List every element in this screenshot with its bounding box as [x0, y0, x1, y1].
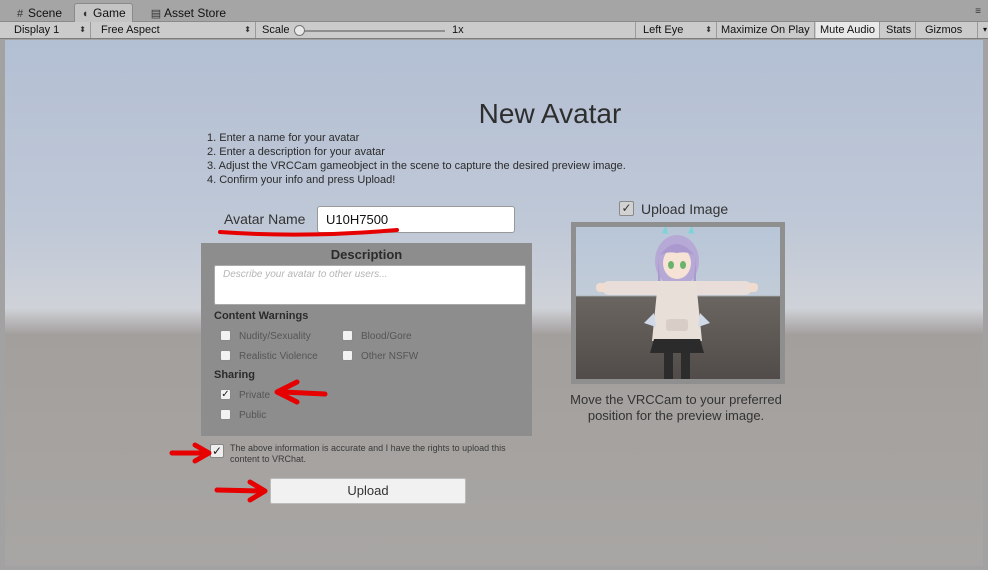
checkbox-blood[interactable]: Blood/Gore — [342, 329, 412, 344]
editor-tab-bar: # Scene ◖ Game ▤ Asset Store ≡ — [0, 0, 988, 23]
checkbox-box[interactable] — [220, 408, 231, 420]
grid-icon: # — [16, 8, 24, 20]
checkbox-label: Private — [239, 390, 271, 401]
game-toolbar: Display 1 ⬍ Free Aspect ⬍ Scale 1x Left … — [0, 22, 988, 39]
checkbox-violence[interactable]: Realistic Violence — [220, 349, 318, 364]
dropdown-arrow-icon: ⬍ — [705, 25, 712, 34]
description-textarea[interactable]: Describe your avatar to other users... — [214, 265, 526, 305]
scale-label-text: Scale — [262, 24, 290, 36]
dropdown-arrow-icon: ⬍ — [244, 25, 251, 34]
checkbox-label: Blood/Gore — [361, 331, 412, 342]
sharing-header: Sharing — [214, 369, 255, 381]
instruction-line: 3. Adjust the VRCCam gameobject in the s… — [207, 160, 626, 172]
checkbox-public[interactable]: Public — [220, 408, 267, 423]
agreement-text: The above information is accurate and I … — [230, 443, 506, 464]
checkbox-box[interactable] — [342, 329, 353, 341]
instruction-line: 2. Enter a description for your avatar — [207, 146, 385, 158]
arrow-agreement-icon — [169, 442, 212, 464]
page-title: New Avatar — [478, 98, 622, 129]
scale-value: 1x — [446, 22, 636, 38]
upload-button[interactable]: Upload — [270, 478, 466, 504]
upload-image-label: Upload Image — [641, 201, 729, 217]
checkmark-icon: ✓ — [211, 444, 223, 458]
gizmos-dropdown[interactable]: Gizmos ▾ — [921, 22, 987, 38]
aspect-dropdown[interactable]: Free Aspect ⬍ — [95, 22, 256, 38]
game-view: New Avatar 1. Enter a name for your avat… — [5, 40, 983, 566]
tab-game[interactable]: ◖ Game — [74, 3, 133, 23]
checkmark-icon: ✓ — [621, 201, 632, 215]
checkbox-label: Nudity/Sexuality — [239, 331, 311, 342]
scale-slider-handle[interactable] — [294, 25, 305, 36]
checkbox-private[interactable]: ✓ Private — [220, 388, 271, 403]
preview-caption: Move the VRCCam to your preferred positi… — [570, 392, 782, 423]
scale-value-text: 1x — [452, 24, 464, 36]
scale-label: Scale — [256, 22, 290, 38]
agreement-checkbox[interactable]: ✓ — [210, 444, 224, 458]
display-dropdown[interactable]: Display 1 ⬍ — [8, 22, 91, 38]
stats-button[interactable]: Stats — [882, 22, 917, 38]
tab-options-menu-icon[interactable]: ≡ — [975, 6, 981, 17]
checkmark-icon[interactable]: ✓ — [220, 388, 231, 400]
tab-asset-store[interactable]: ▤ Asset Store — [146, 4, 232, 22]
pacman-icon: ◖ — [81, 8, 89, 20]
details-panel: Description Describe your avatar to othe… — [201, 243, 532, 436]
tab-asset-store-label: Asset Store — [164, 6, 227, 20]
checkbox-label: Public — [239, 410, 267, 421]
checkbox-box[interactable] — [220, 329, 231, 341]
checkbox-box[interactable] — [220, 349, 231, 361]
gizmos-label: Gizmos — [925, 24, 963, 36]
arrow-upload-icon — [214, 479, 268, 503]
upload-image-checkbox[interactable]: ✓ — [619, 201, 634, 216]
avatar-name-input[interactable]: U10H7500 — [317, 206, 515, 233]
eye-dropdown-value: Left Eye — [643, 24, 684, 36]
content-warnings-header: Content Warnings — [214, 310, 309, 322]
checkbox-label: Other NSFW — [361, 351, 419, 362]
avatar-name-label: Avatar Name — [224, 211, 306, 227]
scale-slider-track[interactable] — [300, 30, 445, 32]
store-icon: ▤ — [150, 8, 162, 20]
tab-scene[interactable]: # Scene — [10, 4, 68, 22]
checkbox-other-nsfw[interactable]: Other NSFW — [342, 349, 419, 364]
aspect-dropdown-value: Free Aspect — [101, 24, 160, 36]
mute-audio-button[interactable]: Mute Audio — [816, 22, 881, 38]
dropdown-arrow-icon: ⬍ — [79, 25, 86, 34]
maximize-on-play-button[interactable]: Maximize On Play — [717, 22, 815, 38]
display-dropdown-value: Display 1 — [14, 24, 60, 36]
checkbox-label: Realistic Violence — [239, 351, 318, 362]
checkbox-nudity[interactable]: Nudity/Sexuality — [220, 329, 311, 344]
dropdown-arrow-icon: ▾ — [982, 25, 987, 34]
avatar-figure — [596, 227, 758, 379]
instruction-line: 4. Confirm your info and press Upload! — [207, 174, 396, 186]
instruction-line: 1. Enter a name for your avatar — [207, 132, 360, 144]
checkbox-box[interactable] — [342, 349, 353, 361]
preview-frame — [571, 222, 785, 384]
tab-game-label: Game — [93, 6, 126, 20]
tab-scene-label: Scene — [28, 6, 63, 20]
description-header: Description — [330, 247, 403, 262]
instructions-list: 1. Enter a name for your avatar 2. Enter… — [207, 131, 626, 187]
avatar-preview-image — [576, 227, 780, 379]
eye-dropdown[interactable]: Left Eye ⬍ — [637, 22, 717, 38]
